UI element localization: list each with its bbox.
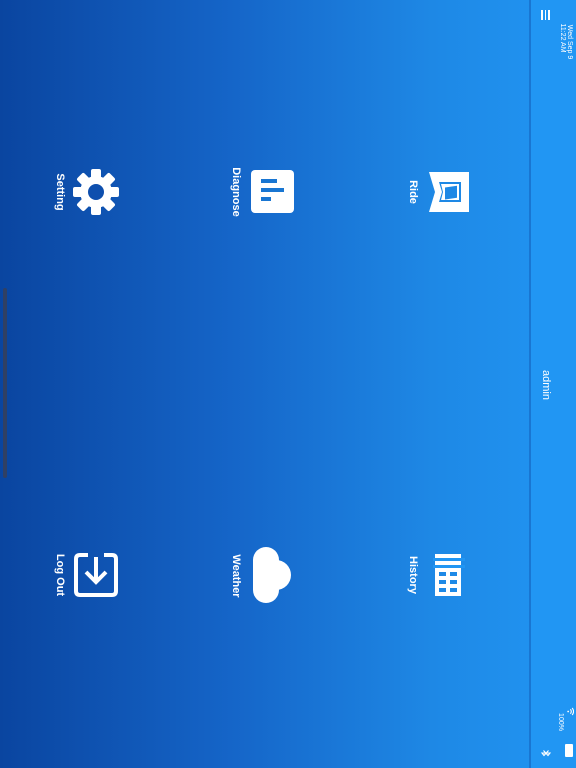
menu-item-label: Setting bbox=[54, 173, 66, 211]
document-report-icon bbox=[251, 170, 294, 213]
logout-download-icon bbox=[74, 553, 118, 597]
menu-item-label: History bbox=[407, 556, 419, 594]
hamburger-menu-icon[interactable] bbox=[541, 10, 550, 20]
menu-item-label: Diagnose bbox=[230, 167, 242, 217]
status-date: Wed Sep 9 bbox=[566, 24, 573, 60]
menu-item-label: Weather bbox=[230, 554, 242, 598]
app-screen: 11:22 AM Wed Sep 9 admin 100% Ride Histo… bbox=[0, 0, 576, 768]
menu-item-label: Log Out bbox=[54, 553, 66, 597]
nav-title: admin bbox=[540, 370, 552, 400]
bluetooth-icon bbox=[540, 750, 552, 757]
battery-percentage: 100% bbox=[557, 713, 564, 731]
scroll-indicator[interactable] bbox=[3, 288, 7, 478]
cloud-icon bbox=[253, 547, 291, 603]
gear-icon bbox=[73, 169, 119, 215]
map-icon bbox=[429, 172, 469, 212]
menu-item-label: Ride bbox=[407, 180, 419, 204]
wifi-icon bbox=[567, 707, 574, 716]
history-bars-icon bbox=[433, 554, 465, 596]
battery-icon bbox=[565, 744, 573, 757]
